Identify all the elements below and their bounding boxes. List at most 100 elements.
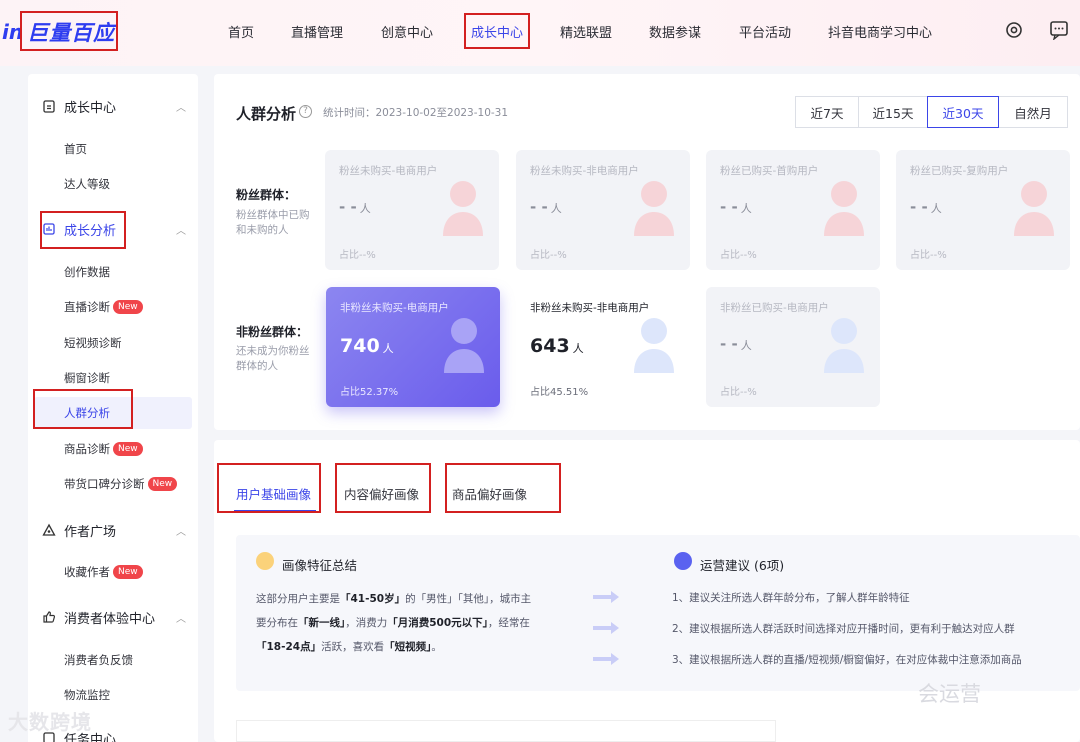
nav-platform-activity[interactable]: 平台活动: [739, 22, 791, 41]
card-title: 粉丝未购买-非电商用户: [530, 165, 639, 177]
highlight-box-tab-product: [445, 463, 561, 513]
nav-live-management[interactable]: 直播管理: [291, 22, 343, 41]
audience-card[interactable]: 非粉丝已购买-电商用户 - -人 占比--%: [706, 287, 880, 407]
highlight-box-audience-analysis: [33, 389, 133, 429]
summary-part: 这部分用户主要是: [256, 593, 340, 605]
arrow-right-icon: [593, 591, 619, 603]
card-unit: 人: [930, 202, 942, 215]
sidebar-item-logistics[interactable]: 物流监控: [64, 687, 110, 703]
card-ratio: 占比--%: [720, 387, 757, 398]
summary-part: ，消费力: [345, 617, 388, 629]
summary-likes: 「短视频」: [384, 641, 432, 653]
card-value: - -: [339, 198, 357, 216]
summary-age: 「41-50岁」: [340, 593, 406, 605]
card-unit: 人: [382, 342, 394, 355]
arrow-right-icon: [593, 622, 619, 634]
card-value-wrap: - -人: [720, 198, 752, 216]
sidebar-item-window-diagnosis[interactable]: 橱窗诊断: [64, 370, 110, 386]
audience-analysis-panel: 人群分析 ? 统计时间：2023-10-02至2023-10-31 近7天 近1…: [214, 74, 1080, 430]
sidebar-item-reputation-diagnosis[interactable]: 带货口碑分诊断 New: [64, 476, 178, 492]
card-title: 粉丝已购买-复购用户: [910, 165, 1009, 177]
nonfans-group-label: 非粉丝群体：: [236, 325, 309, 339]
triangle-people-icon: [42, 523, 56, 536]
person-icon: [824, 181, 864, 236]
date-range-selector: 近7天 近15天 近30天 自然月: [795, 96, 1068, 128]
chevron-up-icon[interactable]: ︿: [176, 610, 186, 625]
summary-city: 「新一线」: [298, 617, 346, 629]
audience-card[interactable]: 粉丝未购买-电商用户 - -人 占比--%: [325, 150, 499, 270]
card-title: 非粉丝未购买-电商用户: [340, 302, 449, 314]
nav-selected-alliance[interactable]: 精选联盟: [560, 22, 612, 41]
sidebar-item-label: 商品诊断: [64, 442, 110, 456]
nav-creative-center[interactable]: 创意中心: [381, 22, 433, 41]
advice-title: 运营建议 (6项): [700, 558, 785, 573]
person-icon: [824, 318, 864, 373]
card-value-wrap: - -人: [910, 198, 942, 216]
watermark-left: 大数跨境: [8, 710, 92, 734]
highlight-box-tab-content: [335, 463, 431, 513]
card-value-wrap: - -人: [530, 198, 562, 216]
sidebar-item-negative-feedback[interactable]: 消费者负反馈: [64, 652, 133, 668]
person-icon: [1014, 181, 1054, 236]
advice-icon: [674, 552, 692, 570]
audience-card-selected[interactable]: 非粉丝未购买-电商用户 740 人 占比52.37%: [326, 287, 500, 407]
range-30-days[interactable]: 近30天: [927, 96, 999, 128]
sidebar-group-label: 作者广场: [64, 524, 117, 540]
sidebar-group-author-square[interactable]: 作者广场 ︿: [28, 516, 198, 544]
audience-card[interactable]: 粉丝未购买-非电商用户 - -人 占比--%: [516, 150, 690, 270]
page-title: 人群分析: [236, 105, 297, 123]
sidebar-item-creation-data[interactable]: 创作数据: [64, 264, 110, 280]
message-icon[interactable]: [1049, 20, 1069, 40]
card-value-wrap: 643 人: [530, 335, 584, 357]
chevron-up-icon[interactable]: ︿: [176, 222, 186, 237]
person-icon: [634, 318, 674, 373]
sidebar-item-product-diagnosis[interactable]: 商品诊断 New: [64, 441, 143, 457]
audience-card[interactable]: 粉丝已购买-首购用户 - -人 占比--%: [706, 150, 880, 270]
card-unit: 人: [740, 202, 752, 215]
card-title: 非粉丝已购买-电商用户: [720, 302, 829, 314]
summary-part: 活跃，喜欢看: [321, 641, 385, 653]
clipboard-icon: [43, 100, 55, 113]
sidebar-group-consumer-experience[interactable]: 消费者体验中心 ︿: [28, 603, 198, 631]
nav-home[interactable]: 首页: [228, 22, 254, 41]
card-unit: 人: [550, 202, 562, 215]
gear-icon[interactable]: [1004, 20, 1024, 40]
portrait-summary-box: 画像特征总结 这部分用户主要是「41-50岁」的「男性」「其他」，城市主要分布在…: [236, 535, 1080, 691]
highlight-box-tab-basic: [217, 463, 321, 513]
card-value-wrap: - -人: [720, 335, 752, 353]
help-icon[interactable]: ?: [299, 105, 312, 118]
sidebar-group-growth-center[interactable]: 成长中心 ︿: [28, 92, 198, 120]
range-7-days[interactable]: 近7天: [795, 96, 859, 128]
sidebar-item-live-diagnosis[interactable]: 直播诊断 New: [64, 299, 143, 315]
card-value-wrap: - -人: [339, 198, 371, 216]
summary-time: 「18-24点」: [256, 641, 322, 653]
card-value: - -: [720, 198, 738, 216]
card-value: 643: [530, 335, 570, 357]
arrow-right-icon: [593, 653, 619, 665]
chevron-up-icon[interactable]: ︿: [176, 523, 186, 538]
sidebar-item-favorite-authors[interactable]: 收藏作者 New: [64, 564, 143, 580]
watermark-right: 会运营: [918, 682, 981, 706]
chevron-up-icon[interactable]: ︿: [176, 99, 186, 114]
audience-card[interactable]: 非粉丝未购买-非电商用户 643 人 占比45.51%: [516, 287, 690, 407]
range-15-days[interactable]: 近15天: [858, 96, 928, 128]
card-ratio: 占比--%: [530, 250, 567, 261]
audience-card[interactable]: 粉丝已购买-复购用户 - -人 占比--%: [896, 150, 1070, 270]
new-badge: New: [113, 442, 143, 456]
top-navigation-bar: in 巨量百应 首页 直播管理 创意中心 成长中心 精选联盟 数据参谋 平台活动…: [0, 0, 1080, 66]
range-natural-month[interactable]: 自然月: [998, 96, 1068, 128]
person-icon: [443, 181, 483, 236]
advice-item: 1、建议关注所选人群年龄分布，了解人群年龄特征: [672, 592, 910, 604]
fans-group-label: 粉丝群体：: [236, 188, 297, 202]
nav-data-advisor[interactable]: 数据参谋: [649, 22, 701, 41]
next-section-card: [236, 720, 776, 742]
sidebar-item-home[interactable]: 首页: [64, 141, 87, 157]
highlight-box-growth-analysis: [40, 211, 126, 249]
card-value-wrap: 740 人: [340, 335, 394, 357]
person-icon: [444, 318, 484, 373]
sidebar-item-video-diagnosis[interactable]: 短视频诊断: [64, 335, 122, 351]
nav-learning-center[interactable]: 抖音电商学习中心: [828, 22, 932, 41]
sidebar-item-label: 收藏作者: [64, 565, 110, 579]
sidebar-item-level[interactable]: 达人等级: [64, 176, 110, 192]
summary-text: 这部分用户主要是「41-50岁」的「男性」「其他」，城市主要分布在「新一线」，消…: [256, 587, 540, 659]
